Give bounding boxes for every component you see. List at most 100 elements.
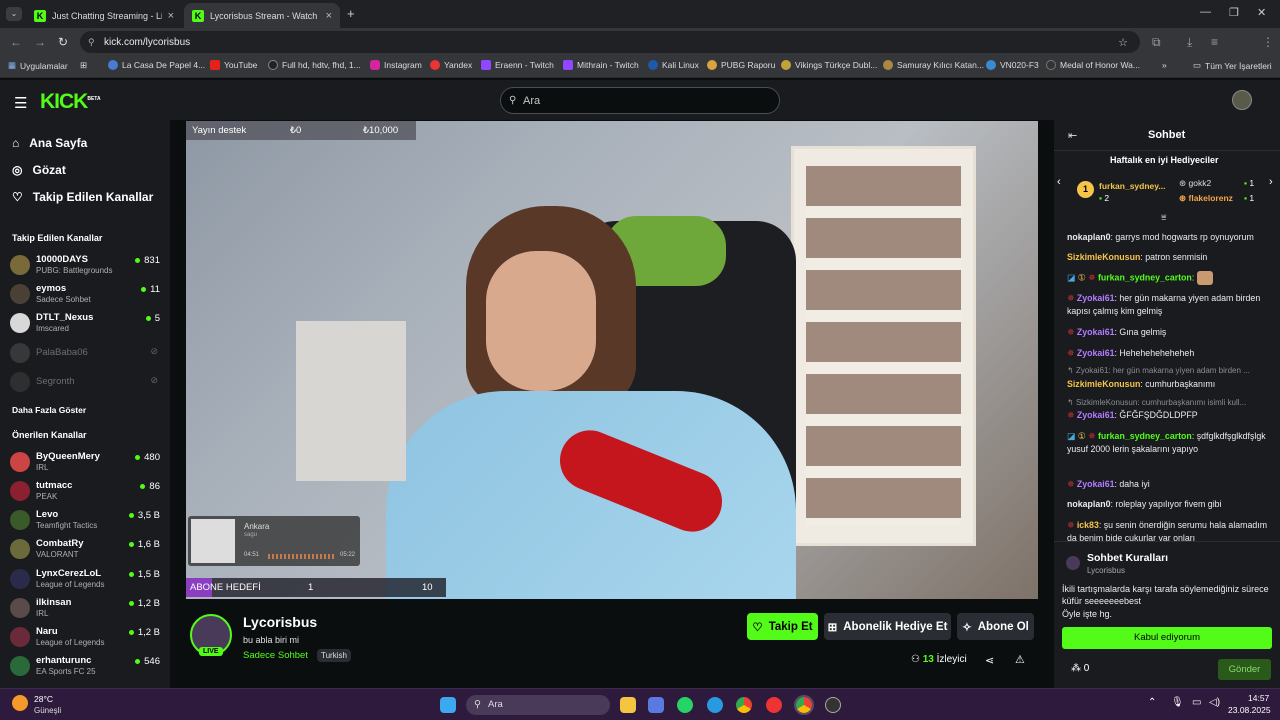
chrome-active-icon[interactable] — [794, 695, 814, 715]
browser-tab-1[interactable]: K Lycorisbus Stream - Watch Live × — [184, 3, 340, 28]
bookmark-item[interactable]: Kali Linux — [648, 60, 699, 70]
accept-rules-button[interactable]: Kabul ediyorum — [1062, 627, 1272, 649]
globe-icon — [108, 60, 118, 70]
all-bookmarks[interactable]: ▭ Tüm Yer İşaretleri — [1193, 60, 1272, 71]
browser-tab-0[interactable]: K Just Chatting Streaming - Live S × — [26, 3, 182, 28]
bookmark-item[interactable]: Samuray Kılıcı Katan... — [883, 60, 984, 70]
share-icon[interactable]: ⋖ — [985, 654, 994, 667]
gifters-next-icon[interactable]: › — [1269, 176, 1273, 188]
recommended-channel[interactable]: Levo Teamfight Tactics 3,5 B — [10, 507, 160, 533]
media-player-icon[interactable] — [766, 697, 782, 713]
recommended-channel[interactable]: erhanturunc EA Sports FC 25 546 — [10, 653, 160, 679]
whatsapp-icon[interactable] — [677, 697, 693, 713]
video-player[interactable]: Yayın destek ₺0 ₺10,000 Ankara sagu 04:5… — [186, 121, 1038, 599]
recommended-channel[interactable]: LynxCerezLoL League of Legends 1,5 B — [10, 566, 160, 592]
bookmark-item[interactable]: Full hd, hdtv, fhd, 1... — [268, 60, 361, 70]
volume-icon[interactable]: ◁) — [1209, 697, 1220, 708]
points-display[interactable]: ⁂ 0 — [1071, 663, 1089, 674]
nav-browse[interactable]: ◎ Gözat — [12, 163, 66, 177]
chat-filter-icon[interactable]: ⩸ — [1161, 212, 1166, 223]
gift-icon: ▪ — [1099, 193, 1103, 203]
network-icon[interactable]: ▭ — [1192, 697, 1201, 708]
extensions-icon[interactable]: ⧉ — [1152, 35, 1161, 50]
bookmark-item[interactable]: PUBG Raporu — [707, 60, 775, 70]
bookmark-item[interactable]: La Casa De Papel 4... — [108, 60, 205, 70]
search-input[interactable]: ⚲ Ara — [500, 87, 780, 114]
weather-temp[interactable]: 28°C — [34, 694, 53, 704]
close-tab-icon[interactable]: × — [326, 10, 332, 22]
clock-time[interactable]: 14:57 — [1248, 693, 1269, 703]
taskbar-search[interactable]: ⚲ Ara — [466, 695, 610, 715]
gifters-prev-icon[interactable]: ‹ — [1057, 176, 1061, 188]
followed-channel-offline[interactable]: Segronth ⊘ — [10, 369, 160, 395]
collapse-chat-icon[interactable]: ⇤ — [1068, 129, 1077, 142]
channel-name[interactable]: Lycorisbus — [243, 614, 317, 630]
bookmark-item[interactable]: VN020-F3 — [986, 60, 1039, 70]
rules-channel-avatar — [1066, 556, 1080, 570]
subscribe-button[interactable]: ✧ Abone Ol — [957, 613, 1034, 640]
maximize-icon[interactable]: ❐ — [1229, 6, 1239, 19]
stream-category[interactable]: Sadece Sohbet — [243, 650, 308, 661]
send-button[interactable]: Gönder — [1218, 659, 1271, 680]
tab-list-button[interactable]: ⌄ — [6, 7, 22, 21]
nav-home[interactable]: ⌂ Ana Sayfa — [12, 136, 87, 150]
recommended-channel[interactable]: tutmacc PEAK 86 — [10, 478, 160, 504]
followed-channel[interactable]: eymos Sadece Sohbet 11 — [10, 281, 160, 307]
close-tab-icon[interactable]: × — [168, 10, 174, 22]
reading-list-icon[interactable]: ≡ — [1211, 35, 1218, 49]
language-tag[interactable]: Turkish — [317, 649, 351, 662]
chrome-icon[interactable] — [736, 697, 752, 713]
store-icon[interactable] — [648, 697, 664, 713]
show-more-link[interactable]: Daha Fazla Göster — [12, 405, 86, 415]
minimize-icon[interactable]: — — [1200, 6, 1211, 18]
site-info-icon[interactable]: ⚲ — [88, 37, 95, 48]
gifter-name[interactable]: ⊛ flakelorenz — [1179, 193, 1233, 204]
clock-date[interactable]: 23.08.2025 — [1228, 705, 1271, 715]
followed-channel[interactable]: DTLT_Nexus Imscared 5 — [10, 310, 160, 336]
address-bar[interactable]: ⚲ kick.com/lycorisbus ☆ — [80, 31, 1140, 53]
forward-icon[interactable]: → — [34, 35, 46, 49]
back-icon[interactable]: ← — [10, 35, 22, 49]
gifter-rank-1: 1 — [1077, 181, 1094, 198]
recommended-channel[interactable]: CombatRy VALORANT 1,6 B — [10, 536, 160, 562]
gifter-count: ▪ 1 — [1244, 178, 1255, 188]
followed-channel-offline[interactable]: PalaBaba06 ⊘ — [10, 340, 160, 366]
edge-icon[interactable] — [707, 697, 723, 713]
close-window-icon[interactable]: ✕ — [1257, 6, 1266, 19]
gifter-name[interactable]: ⊛ gokk2 — [1179, 178, 1211, 189]
bookmark-grid[interactable]: ⊞ — [80, 60, 87, 71]
recommended-channel[interactable]: Naru League of Legends 1,2 B — [10, 624, 160, 650]
app-icon[interactable] — [825, 697, 841, 713]
bookmark-item[interactable]: Medal of Honor Wa... — [1046, 60, 1140, 70]
reload-icon[interactable]: ↻ — [58, 35, 68, 49]
new-tab-button[interactable]: + — [347, 6, 355, 21]
microphone-icon[interactable]: 🎙 — [1171, 697, 1184, 708]
bookmark-item[interactable]: Eraenn - Twitch — [481, 60, 554, 70]
bookmarks-overflow[interactable]: » — [1162, 60, 1167, 70]
report-icon[interactable]: ⚠ — [1015, 653, 1025, 666]
menu-dots-icon[interactable]: ⋮ — [1262, 35, 1274, 49]
start-menu-icon[interactable] — [440, 697, 456, 713]
user-avatar[interactable] — [1232, 90, 1252, 110]
tray-chevron-icon[interactable]: ⌃ — [1148, 697, 1156, 708]
followed-channel[interactable]: 10000DAYS PUBG: Battlegrounds 831 — [10, 252, 160, 278]
kick-logo[interactable]: KICKBETA — [40, 90, 101, 114]
bookmark-star-icon[interactable]: ☆ — [1118, 36, 1128, 49]
bookmark-item[interactable]: Vikings Türkçe Dubl... — [781, 60, 877, 70]
follow-button[interactable]: ♡ Takip Et — [747, 613, 818, 640]
bookmark-item[interactable]: Mithrain - Twitch — [563, 60, 639, 70]
bookmark-item[interactable]: Instagram — [370, 60, 422, 70]
recommended-channel[interactable]: ByQueenMery IRL 480 — [10, 449, 160, 475]
bookmark-item[interactable]: YouTube — [210, 60, 257, 70]
nav-following[interactable]: ♡ Takip Edilen Kanallar — [12, 190, 153, 204]
gift-subscription-button[interactable]: ⊞ Abonelik Hediye Et — [824, 613, 951, 640]
bookmark-apps[interactable]: ▦ Uygulamalar — [8, 60, 68, 71]
download-icon[interactable]: ⤓ — [1187, 35, 1192, 50]
recommended-channel[interactable]: ilkinsan IRL 1,2 B — [10, 595, 160, 621]
gifter-name[interactable]: furkan_sydney... — [1099, 181, 1165, 191]
file-explorer-icon[interactable] — [620, 697, 636, 713]
chat-reply-preview: ↰ SizkimleKonusun: cumhurbaşkanımı isiml… — [1067, 398, 1247, 407]
hamburger-menu-icon[interactable]: ☰ — [14, 94, 27, 112]
bookmark-item[interactable]: Yandex — [430, 60, 472, 70]
viewer-count: ⚇ 13 İzleyici — [911, 654, 967, 665]
